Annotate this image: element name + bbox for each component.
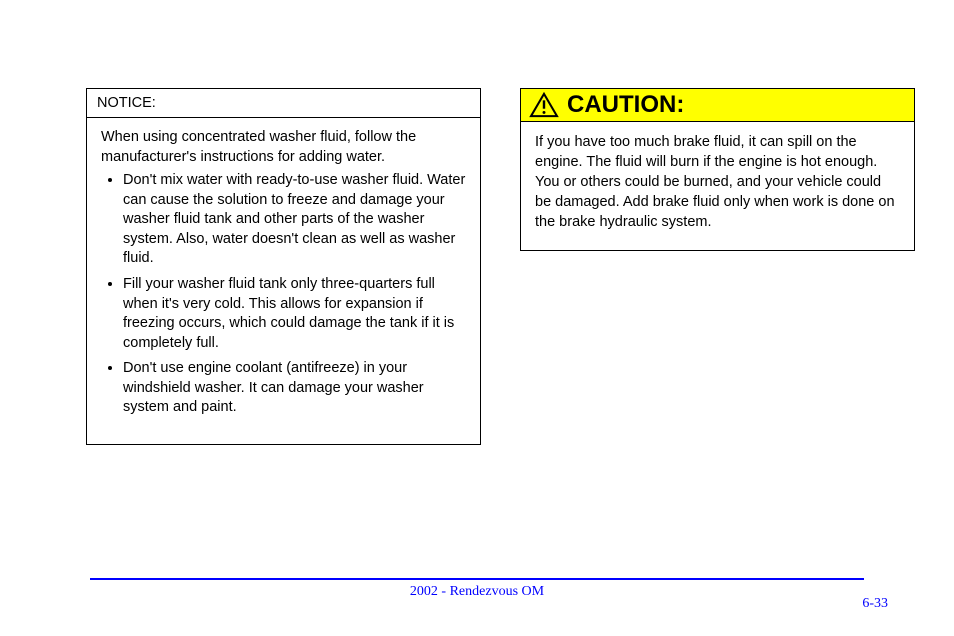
list-item: Don't mix water with ready-to-use washer… (123, 171, 466, 269)
caution-title: CAUTION: (567, 91, 684, 119)
notice-body: When using concentrated washer fluid, fo… (87, 118, 480, 444)
list-item: Don't use engine coolant (antifreeze) in… (123, 359, 466, 418)
notice-box: NOTICE: When using concentrated washer f… (86, 88, 481, 445)
footer-text: 2002 - Rendezvous OM (90, 584, 864, 600)
list-item: Fill your washer fluid tank only three-q… (123, 275, 466, 353)
notice-header: NOTICE: (87, 89, 480, 118)
footer-divider (90, 578, 864, 580)
page-number: 6-33 (862, 596, 888, 612)
alert-triangle-icon (529, 92, 559, 118)
notice-intro: When using concentrated washer fluid, fo… (101, 128, 466, 167)
notice-list: Don't mix water with ready-to-use washer… (101, 171, 466, 418)
caution-header: CAUTION: (521, 89, 914, 122)
caution-body-text: If you have too much brake fluid, it can… (521, 122, 914, 250)
caution-box: CAUTION: If you have too much brake flui… (520, 88, 915, 251)
